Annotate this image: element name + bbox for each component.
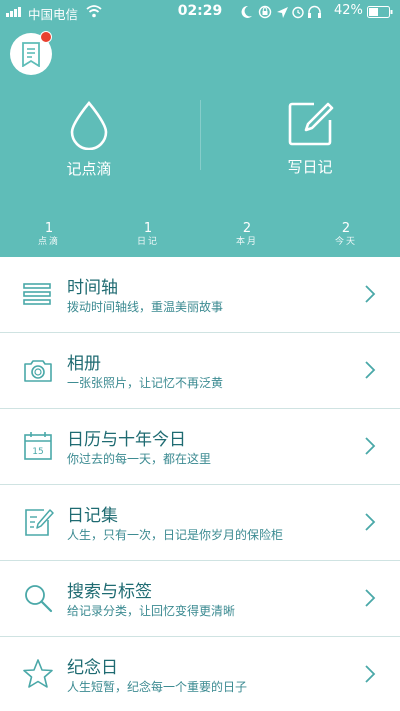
search-icon — [25, 585, 53, 613]
headphones-icon — [308, 5, 321, 18]
moon-icon — [241, 5, 252, 18]
menu-item-subtitle: 拨动时间轴线，重温美丽故事 — [67, 300, 224, 314]
stat-today-value: 2 — [341, 221, 351, 236]
menu-item-subtitle: 人生短暂，纪念每一个重要的日子 — [67, 680, 248, 694]
menu-item-diary-collection[interactable]: 日记集 人生，只有一次，日记是你岁月的保险柜 — [0, 485, 400, 561]
menu-item-title: 搜索与标签 — [67, 582, 152, 602]
battery-percent: 42% — [334, 3, 363, 18]
menu-item-title: 相册 — [67, 354, 101, 374]
feature-menu-list: 时间轴 拨动时间轴线，重温美丽故事 相册 一张张照片，让记忆不再泛黄 15 日历… — [0, 257, 400, 711]
chevron-right-icon — [365, 665, 376, 683]
alarm-icon — [292, 6, 304, 19]
stat-drops-value: 1 — [44, 221, 54, 236]
stat-drops-label: 点滴 — [37, 237, 60, 247]
app-screen: 中国电信 02:29 42% 记点滴 写日记 1 点滴 1 日记 2 本月 2 … — [0, 0, 400, 711]
record-drop-button[interactable]: 记点滴 — [19, 100, 159, 179]
menu-item-subtitle: 你过去的每一天，都在这里 — [67, 452, 212, 466]
notebook-pen-icon — [25, 509, 54, 536]
stat-diaries-label: 日记 — [136, 237, 159, 247]
chevron-right-icon — [365, 361, 376, 379]
stat-today-label: 今天 — [334, 237, 357, 247]
menu-item-calendar[interactable]: 15 日历与十年今日 你过去的每一天，都在这里 — [0, 409, 400, 485]
menu-item-subtitle: 给记录分类，让回忆变得更清晰 — [67, 604, 236, 618]
camera-icon — [24, 360, 52, 382]
menu-item-title: 时间轴 — [67, 278, 118, 298]
menu-item-subtitle: 一张张照片，让记忆不再泛黄 — [67, 376, 224, 390]
rotation-lock-icon — [258, 5, 272, 19]
battery-icon — [367, 6, 393, 18]
menu-item-album[interactable]: 相册 一张张照片，让记忆不再泛黄 — [0, 333, 400, 409]
chevron-right-icon — [365, 285, 376, 303]
stat-today[interactable]: 2 今天 — [311, 222, 381, 248]
menu-item-title: 日记集 — [67, 506, 118, 526]
menu-item-title: 日历与十年今日 — [67, 430, 186, 450]
stat-drops[interactable]: 1 点滴 — [14, 222, 84, 248]
chevron-right-icon — [365, 513, 376, 531]
chevron-right-icon — [365, 437, 376, 455]
menu-item-title: 纪念日 — [67, 658, 118, 678]
action-divider — [200, 100, 201, 170]
write-diary-label: 写日记 — [287, 158, 333, 176]
stat-this-month[interactable]: 2 本月 — [212, 222, 282, 248]
record-drop-label: 记点滴 — [66, 160, 112, 178]
stat-diaries[interactable]: 1 日记 — [113, 222, 183, 248]
stat-diaries-value: 1 — [143, 221, 153, 236]
menu-item-subtitle: 人生，只有一次，日记是你岁月的保险柜 — [67, 528, 284, 542]
stat-this-month-value: 2 — [242, 221, 252, 236]
location-arrow-icon — [277, 7, 288, 18]
calendar-icon-day: 15 — [32, 447, 43, 457]
star-icon — [23, 659, 53, 688]
write-diary-button[interactable]: 写日记 — [240, 100, 380, 177]
calendar-icon: 15 — [24, 432, 52, 460]
chevron-right-icon — [365, 589, 376, 607]
edit-square-icon — [288, 102, 334, 146]
stat-this-month-label: 本月 — [235, 237, 258, 247]
menu-item-anniversary[interactable]: 纪念日 人生短暂，纪念每一个重要的日子 — [0, 637, 400, 711]
bookmark-note-icon — [22, 42, 40, 67]
water-drop-icon — [70, 100, 108, 150]
menu-item-search-tags[interactable]: 搜索与标签 给记录分类，让回忆变得更清晰 — [0, 561, 400, 637]
timeline-icon — [23, 283, 51, 305]
menu-item-timeline[interactable]: 时间轴 拨动时间轴线，重温美丽故事 — [0, 257, 400, 333]
profile-avatar-button[interactable] — [10, 31, 52, 75]
notification-dot — [40, 31, 52, 43]
status-icons — [241, 5, 321, 19]
status-bar: 中国电信 02:29 42% — [0, 0, 400, 24]
header-panel: 中国电信 02:29 42% 记点滴 写日记 1 点滴 1 日记 2 本月 2 … — [0, 0, 400, 257]
